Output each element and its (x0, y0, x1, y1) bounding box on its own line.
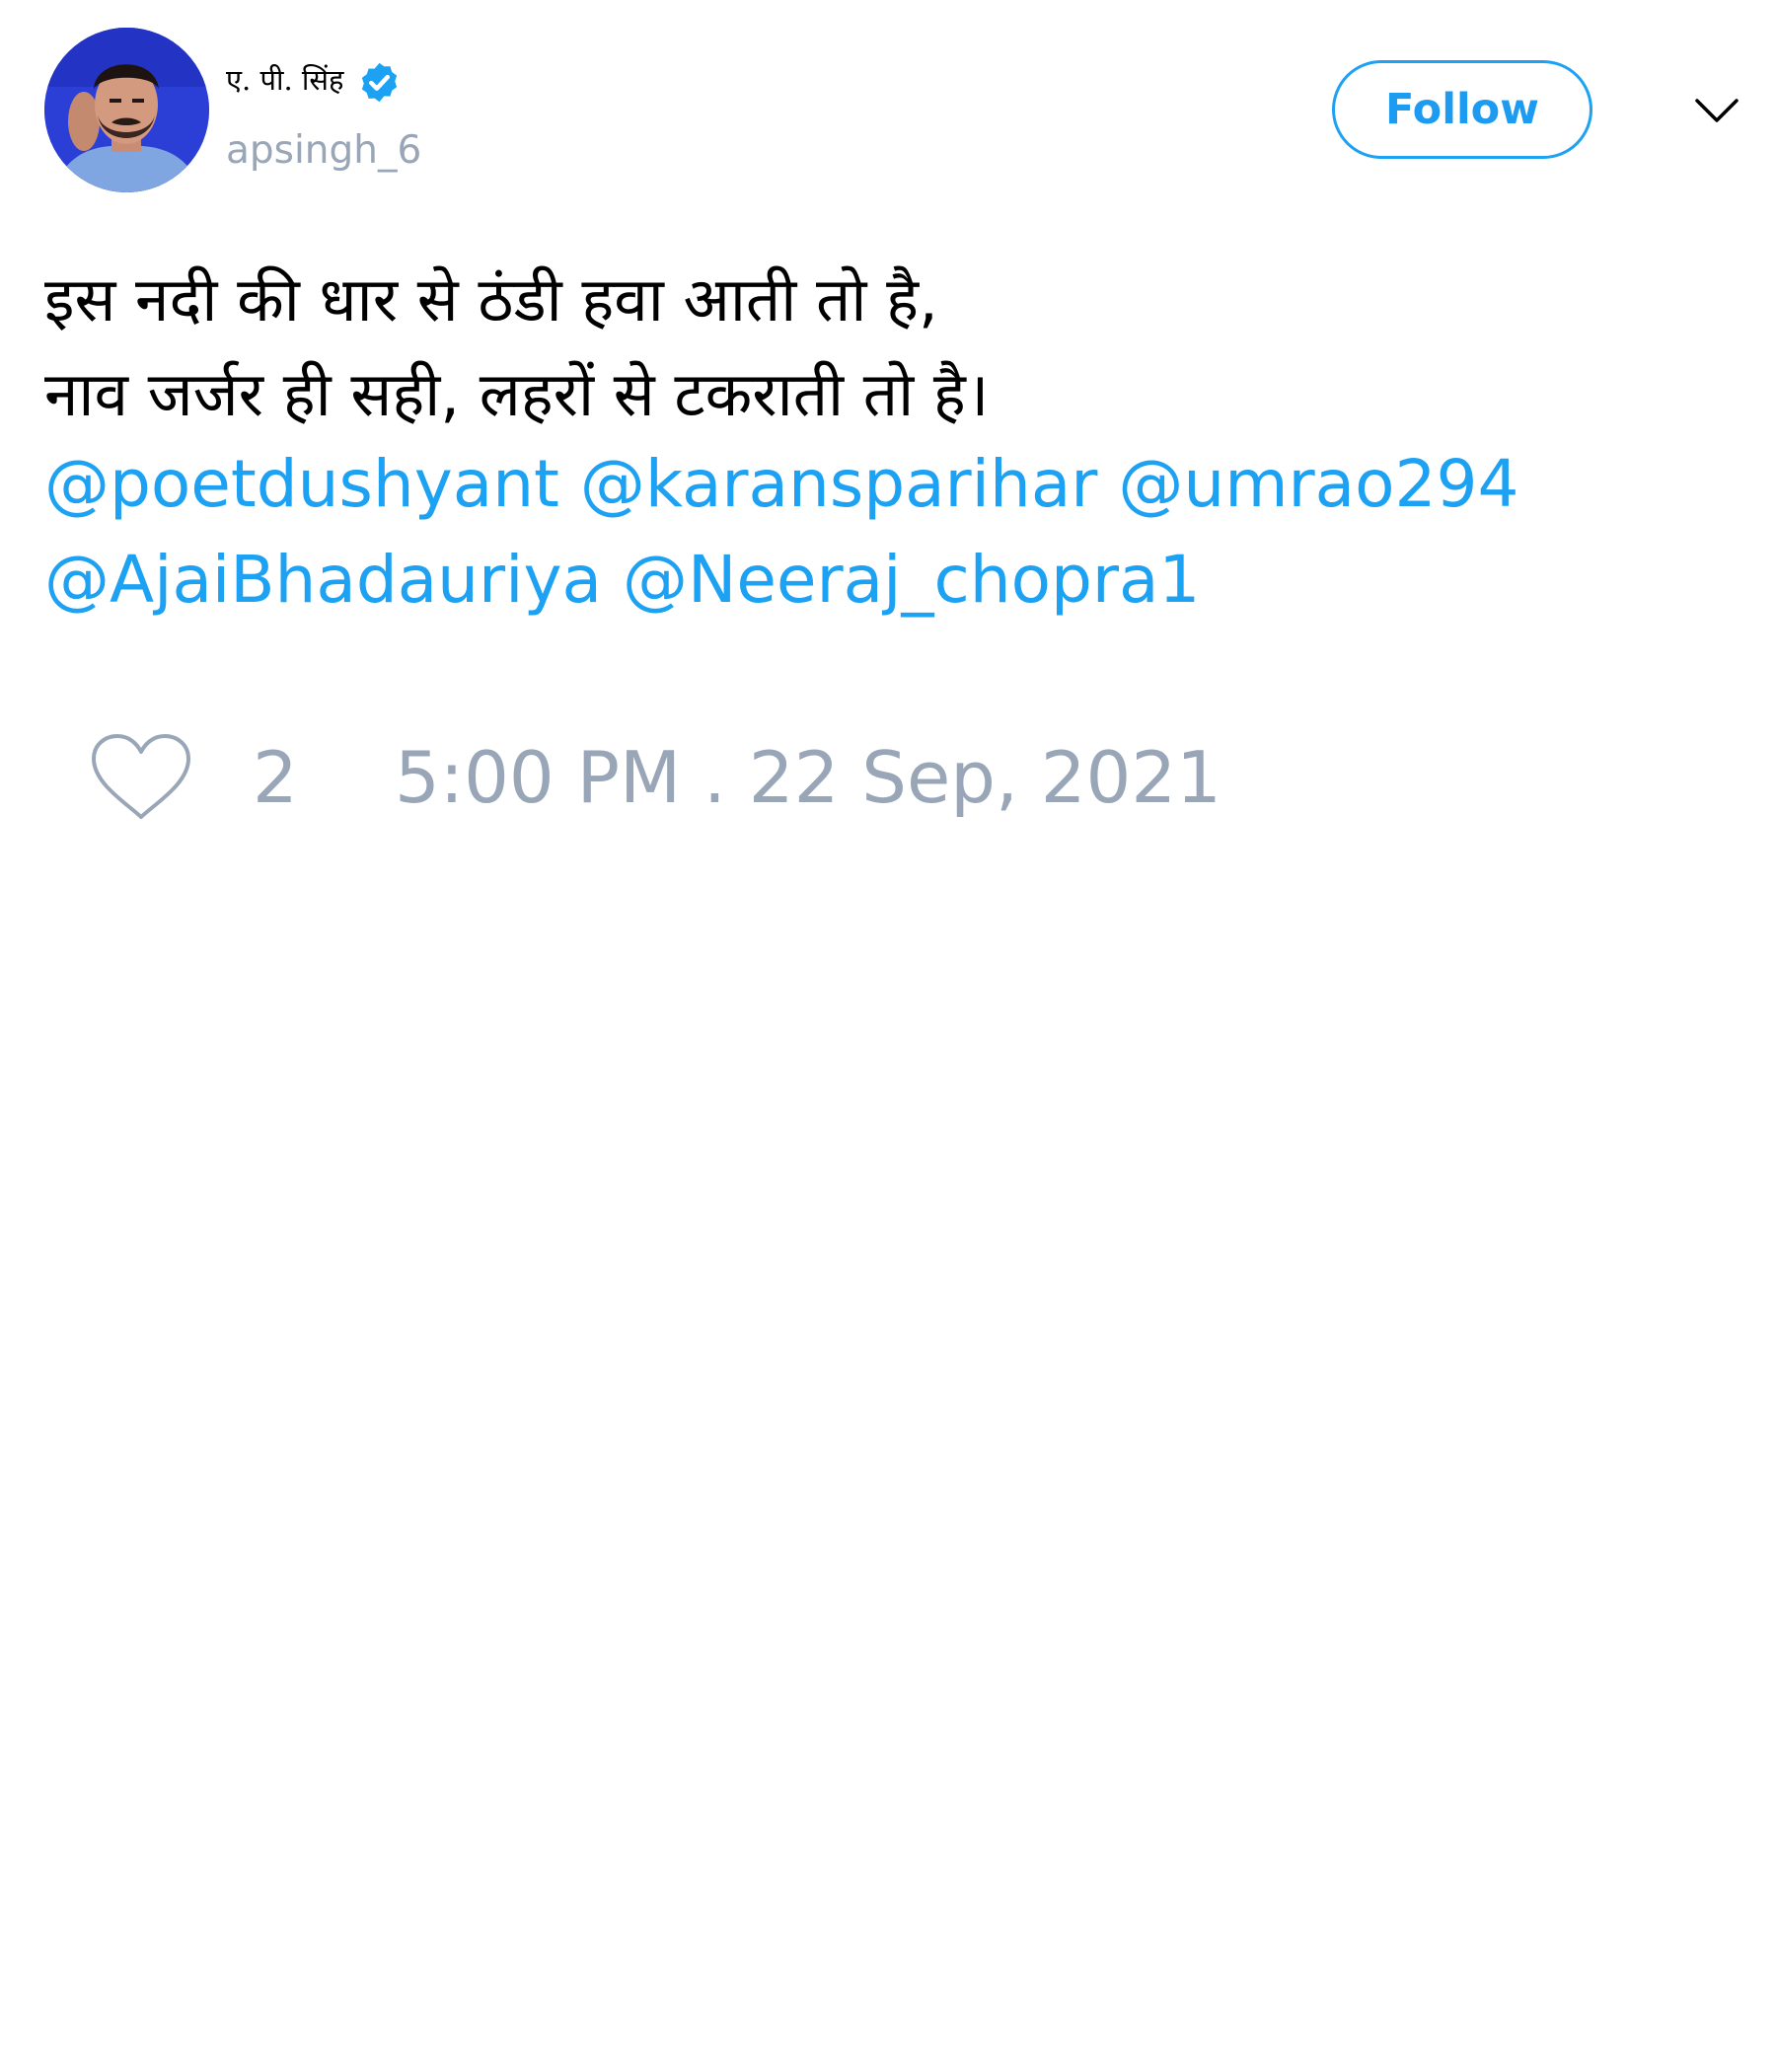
mention-link-karansparihar[interactable]: @karansparihar (580, 446, 1098, 522)
verified-badge-icon (361, 62, 398, 103)
mentions-row: @AjaiBhadauriya @Neeraj_chopra1 (44, 532, 1722, 628)
mention-link-neeraj-chopra1[interactable]: @Neeraj_chopra1 (623, 542, 1200, 618)
user-handle[interactable]: apsingh_6 (226, 126, 421, 176)
chevron-down-icon[interactable] (1693, 91, 1740, 130)
tweet-card: ए. पी. सिंह apsingh_6 Follow इस नदी की ध… (0, 0, 1776, 2072)
mention-link-ajaibhadauriya[interactable]: @AjaiBhadauriya (44, 542, 602, 618)
mention-link-poetdushyant[interactable]: @poetdushyant (44, 446, 559, 522)
tweet-mentions: @poetdushyant @karansparihar @umrao294 @… (44, 436, 1722, 628)
follow-button[interactable]: Follow (1332, 60, 1592, 159)
tweet-text-line: नाव जर्जर ही सही, लहरों से टकराती तो है। (44, 358, 990, 430)
like-count: 2 (253, 736, 298, 819)
heart-icon[interactable] (89, 732, 193, 823)
mention-link-umrao294[interactable]: @umrao294 (1118, 446, 1518, 522)
tweet-text-line: इस नदी की धार से ठंडी हवा आती तो है, (44, 263, 938, 335)
profile-photo (44, 28, 209, 192)
avatar[interactable] (44, 28, 209, 192)
tweet-timestamp[interactable]: 5:00 PM . 22 Sep, 2021 (395, 735, 1221, 820)
tweet-text: इस नदी की धार से ठंडी हवा आती तो है, नाव… (44, 253, 1722, 442)
display-name[interactable]: ए. पी. सिंह (226, 61, 343, 99)
mentions-row: @poetdushyant @karansparihar @umrao294 (44, 436, 1722, 532)
